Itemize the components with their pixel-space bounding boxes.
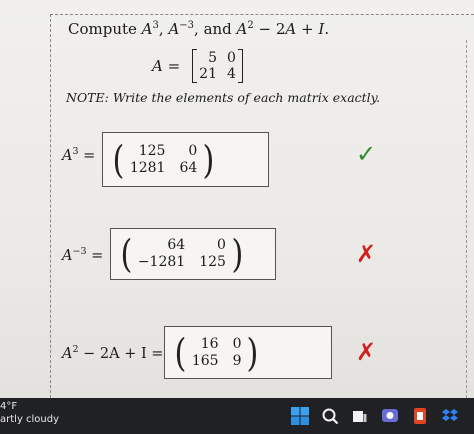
instruction-note: NOTE: Write the elements of each matrix … xyxy=(66,90,381,105)
definition-lhs: A = xyxy=(152,57,181,75)
left-paren-icon: ( xyxy=(112,137,125,182)
matrix-cell: −1281 xyxy=(137,254,186,270)
teams-icon[interactable] xyxy=(380,406,400,426)
right-paren-icon: ) xyxy=(246,330,259,375)
section-border-left xyxy=(50,14,51,398)
matrix-cell: 0 xyxy=(217,237,226,253)
matrix-a: 5 0 21 4 xyxy=(192,49,243,83)
matrix-cell: 64 xyxy=(167,237,186,253)
search-icon[interactable] xyxy=(320,406,340,426)
matrix-cell: 64 xyxy=(179,159,198,176)
question-page: Compute A3, A−3, and A2 − 2A + I. A = 5 … xyxy=(0,0,474,398)
matrix-cell: 4 xyxy=(227,66,236,82)
correct-check-icon: ✓ xyxy=(356,140,377,168)
matrix-cell: 21 xyxy=(199,66,217,82)
section-border-right xyxy=(466,40,467,398)
left-paren-icon: ( xyxy=(174,330,187,375)
question-text: Compute A3, A−3, and A2 − 2A + I. xyxy=(68,20,330,38)
weather-condition: artly cloudy xyxy=(0,414,60,425)
answer-matrix: 16 0 165 9 xyxy=(192,336,242,370)
right-paren-icon: ) xyxy=(202,137,215,182)
incorrect-cross-icon: ✗ xyxy=(356,240,377,268)
answer-input-a-cubed[interactable]: ( 125 0 1281 64 ) xyxy=(102,132,269,187)
matrix-cell: 165 xyxy=(191,352,219,369)
dropbox-icon[interactable] xyxy=(440,406,460,426)
answer-label-a-inverse-cubed: A−3 = xyxy=(62,246,104,264)
windows-taskbar: 4°F artly cloudy xyxy=(0,398,474,434)
taskview-icon[interactable] xyxy=(350,406,370,426)
incorrect-cross-icon: ✗ xyxy=(356,338,377,366)
answer-label-polynomial: A2 − 2A + I = xyxy=(62,344,164,362)
left-paren-icon: ( xyxy=(120,232,133,276)
matrix-cell: 0 xyxy=(232,335,242,352)
answer-matrix: 64 0 −1281 125 xyxy=(138,237,226,271)
matrix-cell: 1281 xyxy=(129,159,166,176)
matrix-cell: 5 xyxy=(208,50,217,66)
answer-matrix: 125 0 1281 64 xyxy=(130,143,197,177)
matrix-cell: 9 xyxy=(232,352,242,369)
right-paren-icon: ) xyxy=(231,232,244,276)
section-divider xyxy=(50,14,474,15)
windows-start-icon[interactable] xyxy=(290,406,310,426)
weather-widget[interactable]: 4°F artly cloudy xyxy=(0,400,59,426)
matrix-cell: 125 xyxy=(199,254,226,270)
matrix-cell: 0 xyxy=(227,50,236,66)
matrix-cell: 16 xyxy=(200,335,219,352)
answer-input-polynomial[interactable]: ( 16 0 165 9 ) xyxy=(164,326,332,379)
matrix-cell: 0 xyxy=(188,142,198,159)
matrix-cell: 125 xyxy=(138,142,166,159)
office-icon[interactable] xyxy=(410,406,430,426)
answer-input-a-inverse-cubed[interactable]: ( 64 0 −1281 125 ) xyxy=(110,228,276,280)
weather-temperature: 4°F xyxy=(0,401,18,412)
answer-label-a-cubed: A3 = xyxy=(62,146,96,164)
matrix-definition: A = 5 0 21 4 xyxy=(152,48,243,84)
